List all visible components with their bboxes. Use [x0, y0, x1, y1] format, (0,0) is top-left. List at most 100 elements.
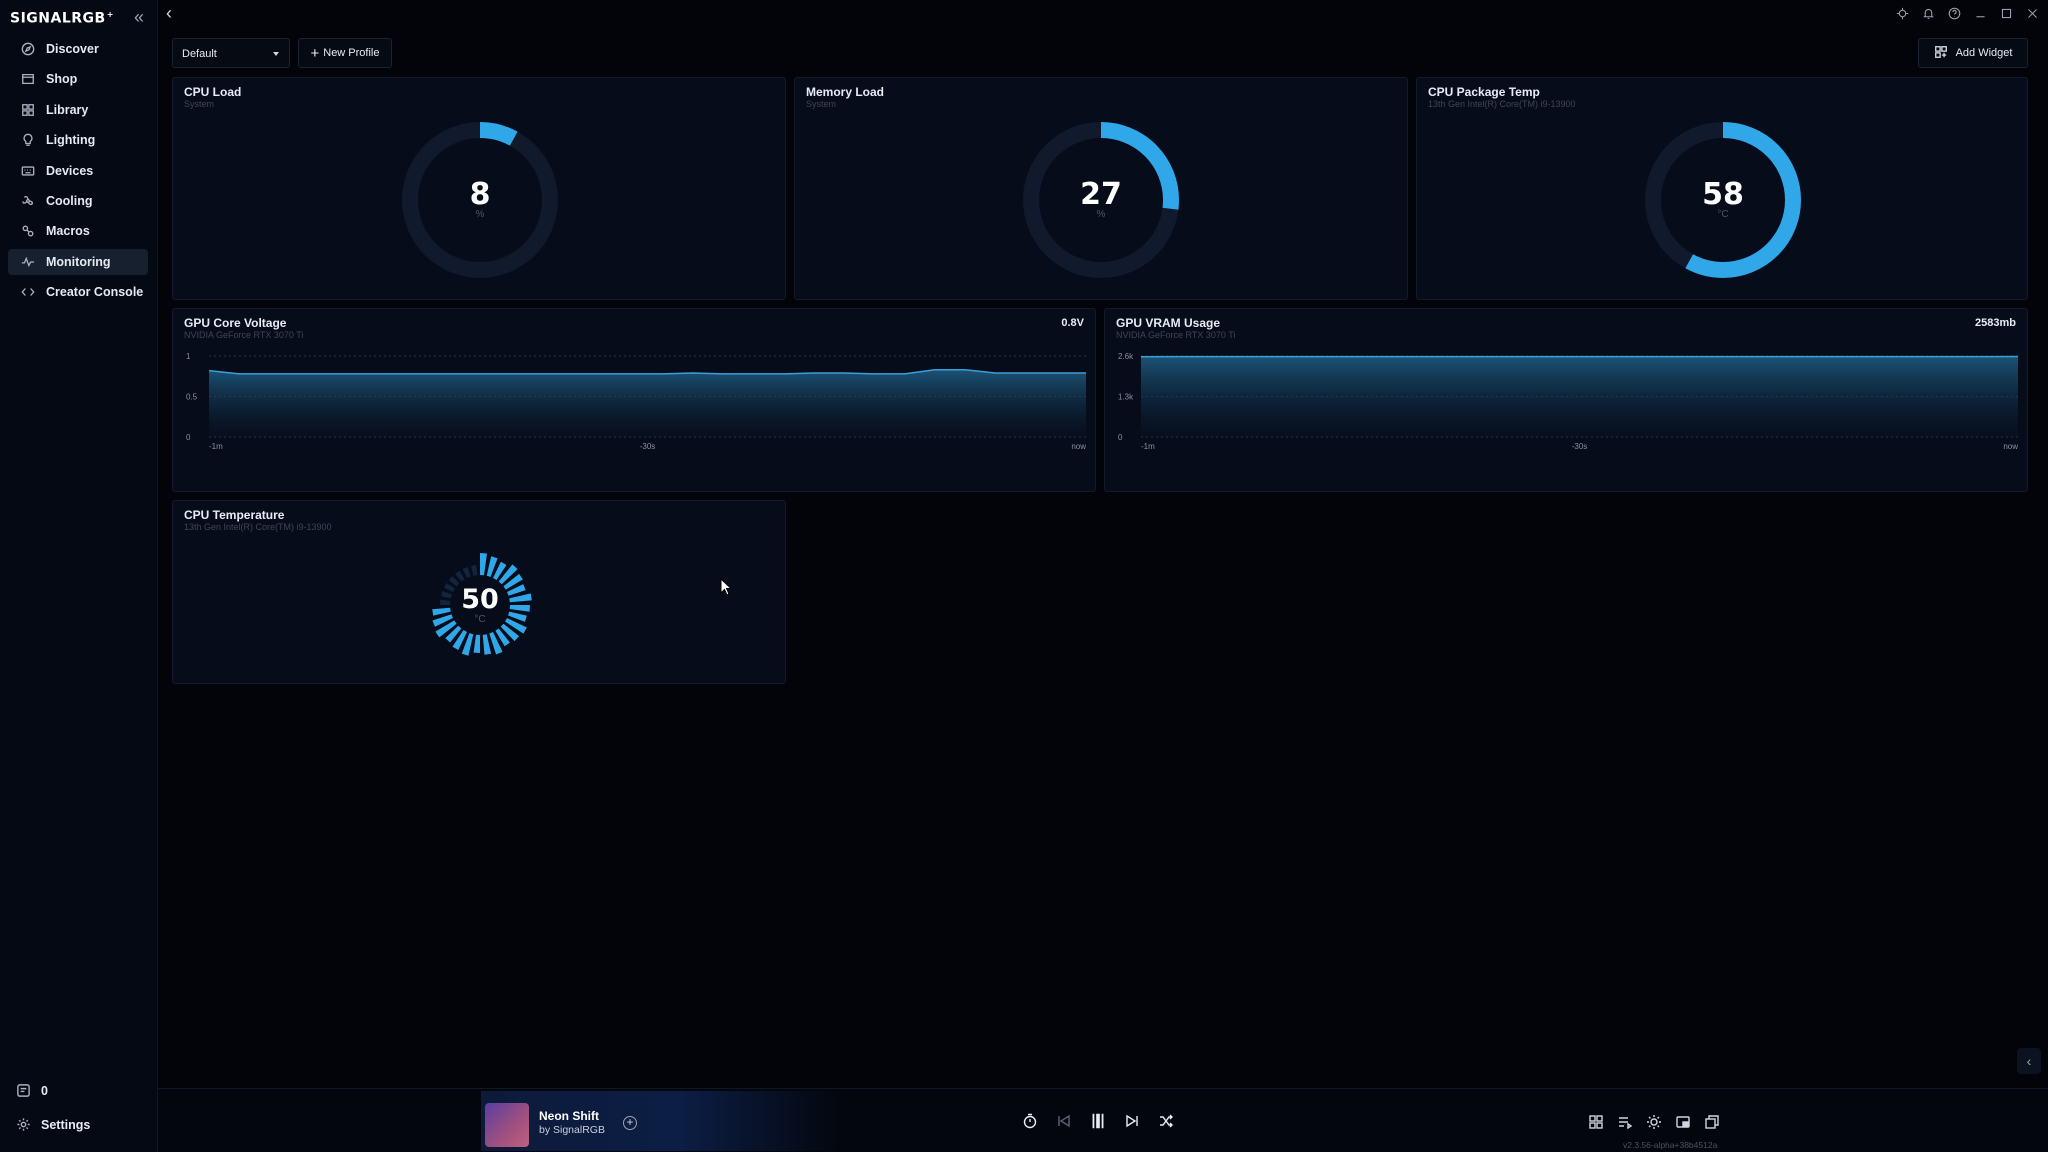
app-logo: SIGNALRGB+ [10, 10, 114, 27]
minimize-icon[interactable] [1970, 3, 1990, 23]
chevron-down-icon [273, 52, 279, 56]
sidebar-item-label: Monitoring [46, 254, 111, 269]
grid-icon [21, 103, 35, 117]
current-value: 2583mb [1975, 317, 2016, 329]
widget-subtitle: 13th Gen Intel(R) Core(TM) i9-13900 [1428, 99, 1576, 109]
notification-count[interactable]: 0 [16, 1083, 48, 1098]
widget-title: GPU Core Voltage [184, 316, 287, 330]
sidebar-item-label: Macros [46, 224, 90, 239]
back-arrow-icon[interactable]: ‹ [166, 3, 186, 23]
gauge-center: 8 % [400, 120, 560, 280]
widget-gpu-core-voltage[interactable]: GPU Core Voltage NVIDIA GeForce RTX 3070… [172, 308, 1096, 492]
widget-subtitle: 13th Gen Intel(R) Core(TM) i9-13900 [184, 522, 332, 532]
app-name: SIGNALRGB [10, 10, 106, 27]
sidebar-item-label: Devices [46, 163, 94, 178]
gauge-value: 27 [1080, 177, 1122, 212]
sidebar-item-library[interactable]: Library [8, 97, 148, 123]
help-icon[interactable] [1944, 3, 1964, 23]
sidebar-item-macros[interactable]: Macros [8, 218, 148, 244]
add-widget-button[interactable]: Add Widget [1918, 38, 2028, 68]
sidebar-item-label: Cooling [46, 193, 93, 208]
brightness-icon[interactable] [1644, 1112, 1664, 1132]
add-circle-icon[interactable]: + [623, 1116, 637, 1130]
timer-icon[interactable] [1020, 1111, 1040, 1131]
gauge-value: 50 [461, 584, 499, 615]
chart-svg: 1 0.5 0 -1m -30s now [186, 352, 1086, 451]
cpu-load-gauge: 8 % [400, 120, 560, 280]
x-tick-label: -1m [209, 442, 223, 451]
new-profile-button[interactable]: + New Profile [298, 38, 392, 68]
y-tick-label: 0 [1118, 433, 1123, 442]
series-area [1141, 356, 2018, 437]
add-widget-icon [1934, 45, 1948, 62]
popout-window-icon[interactable] [1702, 1112, 1722, 1132]
sidebar-item-shop[interactable]: Shop [8, 66, 148, 92]
current-value: 0.8V [1061, 317, 1084, 329]
widget-cpu-load[interactable]: CPU Load System 8 % [172, 77, 786, 300]
widget-gpu-vram-usage[interactable]: GPU VRAM Usage NVIDIA GeForce RTX 3070 T… [1104, 308, 2028, 492]
x-tick-label: -30s [1572, 442, 1588, 451]
previous-icon[interactable] [1054, 1111, 1074, 1131]
pulse-icon [21, 255, 35, 269]
gauge-unit: % [1096, 209, 1106, 220]
sidebar-item-monitoring[interactable]: Monitoring [8, 248, 148, 275]
sidebar-item-creator-console[interactable]: Creator Console [8, 279, 148, 305]
gauge-center: 27 % [1021, 120, 1181, 280]
mini-player-icon[interactable] [1673, 1112, 1693, 1132]
y-tick-label: 1.3k [1118, 393, 1134, 402]
sidebar-item-devices[interactable]: Devices [8, 158, 148, 184]
maximize-icon[interactable] [1996, 3, 2016, 23]
layout-grid-icon[interactable] [1586, 1112, 1606, 1132]
profile-select[interactable]: Default [172, 38, 290, 68]
widget-cpu-temperature[interactable]: CPU Temperature 13th Gen Intel(R) Core(T… [172, 500, 786, 684]
player-controls [1020, 1111, 1176, 1131]
bug-icon[interactable] [1892, 3, 1912, 23]
sidebar-item-discover[interactable]: Discover [8, 36, 148, 62]
pause-icon[interactable] [1088, 1111, 1108, 1131]
profile-select-value: Default [182, 48, 217, 60]
collapse-panel-icon[interactable]: ‹ [2017, 1048, 2041, 1074]
series-area [209, 369, 1086, 437]
next-icon[interactable] [1122, 1111, 1142, 1131]
shuffle-icon[interactable] [1156, 1111, 1176, 1131]
sidebar-item-label: Discover [46, 42, 99, 56]
close-icon[interactable] [2022, 3, 2042, 23]
y-tick-label: 0.5 [186, 393, 198, 402]
sidebar-item-settings[interactable]: Settings [16, 1117, 90, 1132]
widget-title: Memory Load [806, 85, 885, 99]
playlist-icon[interactable] [1615, 1112, 1635, 1132]
sidebar-item-lighting[interactable]: Lighting [8, 127, 148, 153]
logo-row: SIGNALRGB+ « [10, 8, 148, 28]
gauge-value: 8 [469, 177, 491, 212]
now-playing-panel [481, 1091, 841, 1151]
widget-subtitle: System [184, 99, 215, 109]
sidebar-item-cooling[interactable]: Cooling [8, 188, 148, 214]
bottom-tools [1586, 1112, 1722, 1132]
collapse-sidebar-icon[interactable]: « [130, 8, 148, 28]
widget-cpu-package-temp[interactable]: CPU Package Temp 13th Gen Intel(R) Core(… [1416, 77, 2028, 300]
effect-author: by SignalRGB [539, 1124, 605, 1136]
gauge-center: 50 °C [426, 551, 534, 659]
widget-title: CPU Temperature [184, 508, 285, 522]
window-controls [1892, 3, 2042, 23]
sidebar: SIGNALRGB+ « Discover Shop Library Light… [0, 0, 158, 1152]
widget-title: CPU Package Temp [1428, 85, 1540, 99]
bulb-icon [21, 133, 35, 147]
gear-icon [16, 1117, 31, 1132]
x-tick-label: now [2003, 442, 2018, 451]
version-label: v2.3.56-alpha+38b4512a [1623, 1140, 1718, 1150]
shop-icon [21, 72, 35, 86]
code-icon [21, 285, 35, 299]
sidebar-nav: Discover Shop Library Lighting Devices C… [8, 36, 148, 310]
x-tick-label: -30s [640, 442, 656, 451]
effect-title[interactable]: Neon Shift [539, 1109, 599, 1123]
sidebar-item-label: Lighting [46, 133, 96, 148]
sidebar-item-label: Shop [46, 72, 78, 87]
keyboard-icon [21, 164, 35, 178]
effect-thumbnail[interactable] [485, 1103, 529, 1147]
widget-memory-load[interactable]: Memory Load System 27 % [794, 77, 1408, 300]
widget-subtitle: NVIDIA GeForce RTX 3070 Ti [184, 330, 304, 340]
gauge-unit: % [475, 209, 485, 220]
bell-icon[interactable] [1918, 3, 1938, 23]
gauge-value: 58 [1702, 177, 1744, 212]
